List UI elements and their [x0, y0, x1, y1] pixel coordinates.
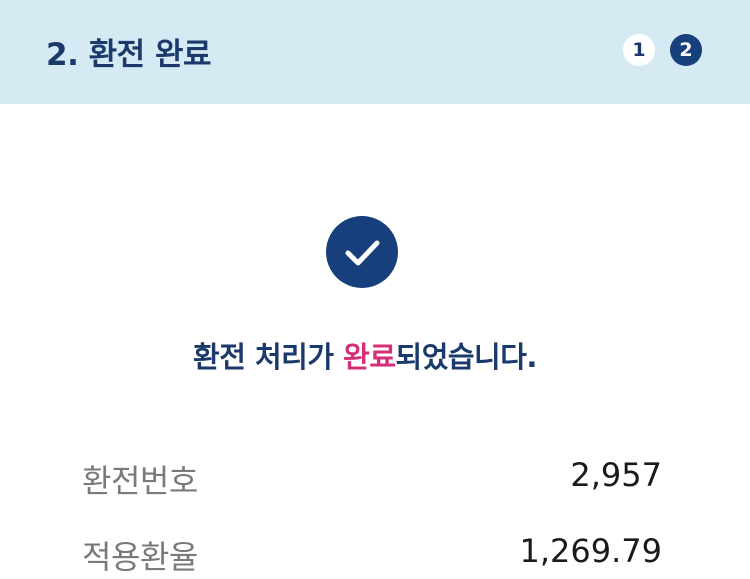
step-indicator-1: 1 [623, 34, 655, 66]
completion-message: 환전 처리가 완료되었습니다. [0, 334, 730, 376]
message-prefix: 환전 처리가 [193, 340, 344, 374]
message-suffix: 되었습니다. [395, 340, 538, 374]
exchange-number-label: 환전번호 [82, 462, 198, 500]
applied-rate-row: 적용환율 1,269.79 [82, 532, 662, 576]
exchange-number-value: 2,957 [570, 456, 662, 494]
exchange-number-row: 환전번호 2,957 [82, 456, 662, 500]
check-icon [326, 216, 398, 288]
message-highlight: 완료 [343, 340, 396, 374]
step-indicator-2-active: 2 [670, 34, 702, 66]
header-bar: 2. 환전 완료 1 2 [0, 0, 750, 104]
applied-rate-value: 1,269.79 [519, 532, 663, 570]
applied-rate-label: 적용환율 [82, 538, 198, 576]
page-title: 2. 환전 완료 [46, 37, 212, 73]
